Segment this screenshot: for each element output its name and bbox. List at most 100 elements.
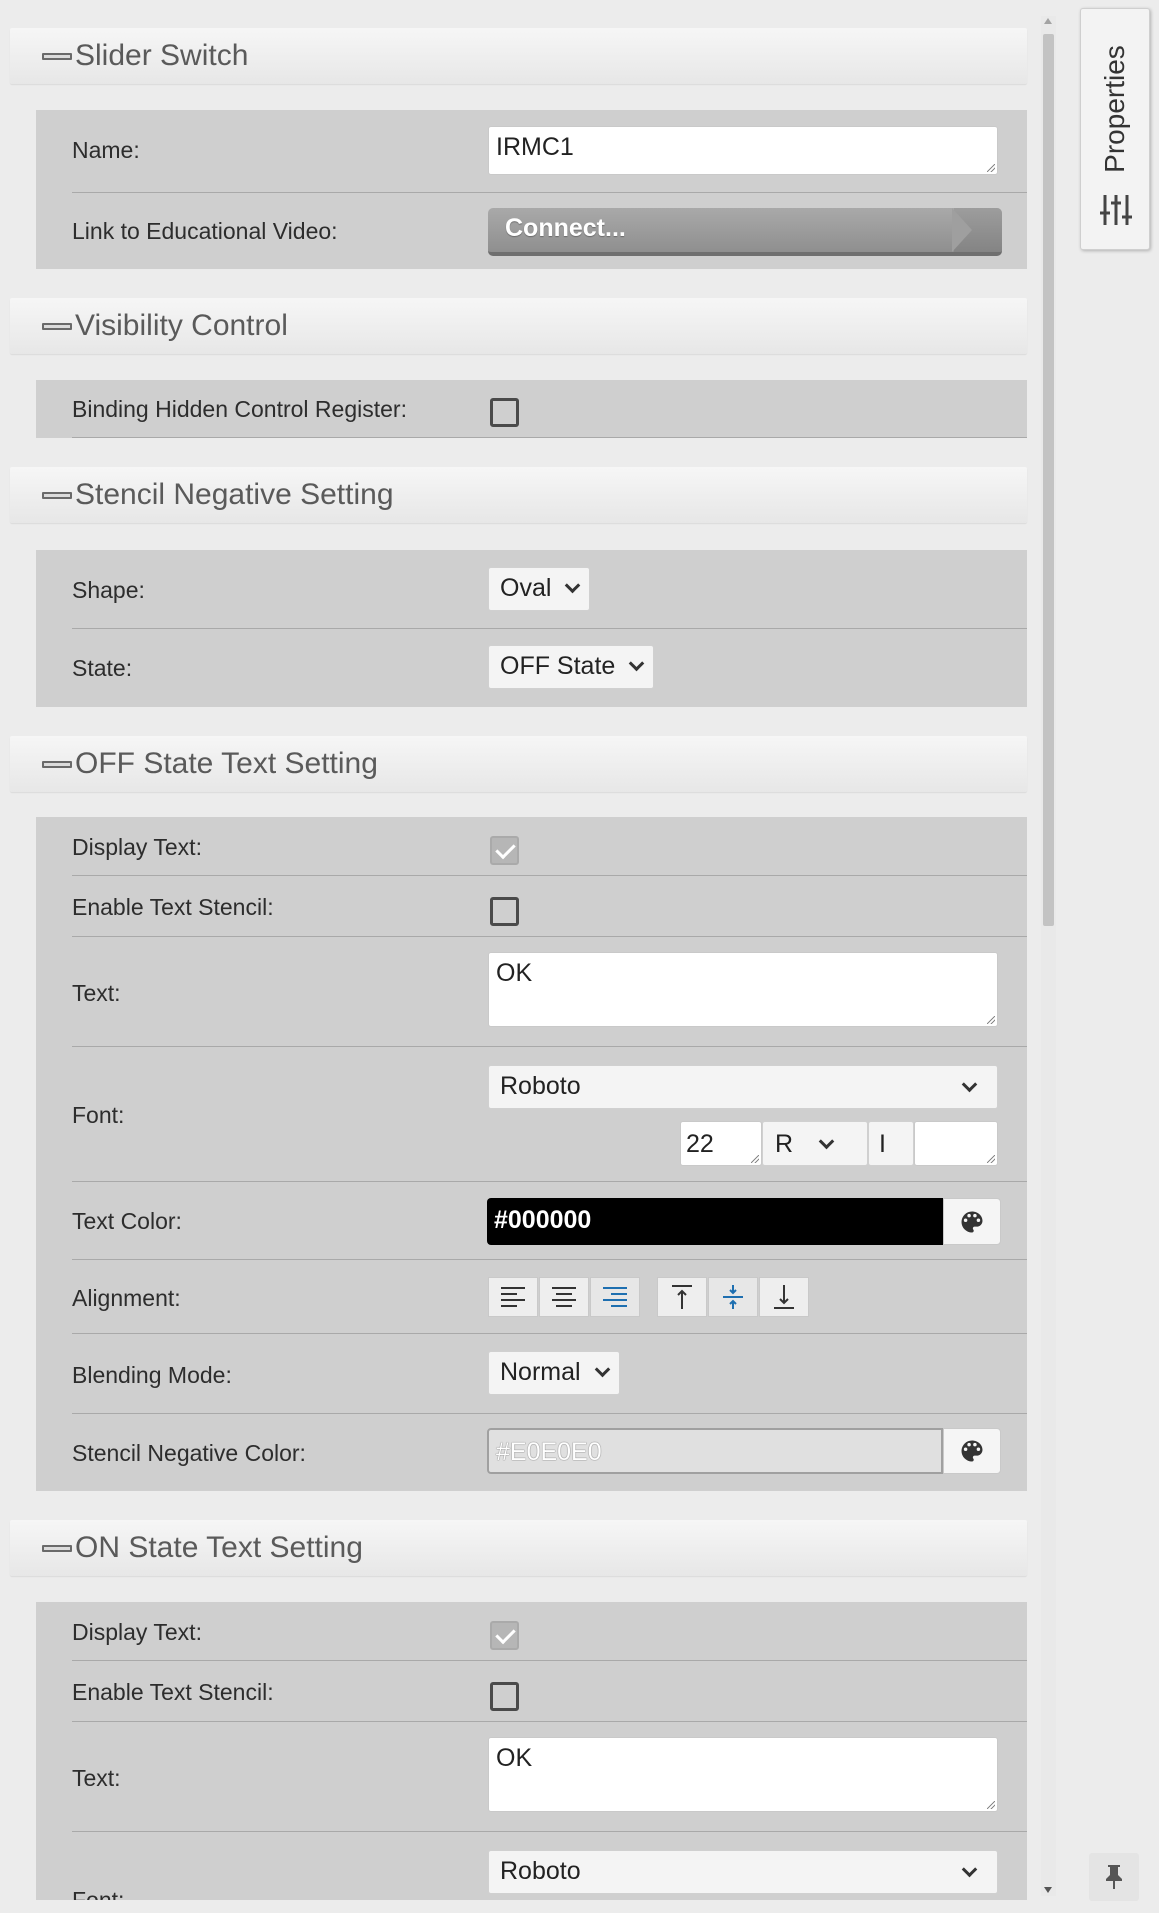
align-center-button[interactable] [539, 1277, 589, 1317]
row-font: Font: Roboto [72, 1832, 1027, 1900]
binding-label: Binding Hidden Control Register: [72, 396, 407, 422]
section-title: Stencil Negative Setting [75, 478, 394, 511]
enable-stencil-label: Enable Text Stencil: [72, 894, 274, 920]
section-body-on-state: Display Text: Enable Text Stencil: Text:… [36, 1602, 1027, 1900]
palette-icon [961, 1211, 983, 1232]
font-weight-select[interactable]: R [762, 1121, 868, 1166]
align-bottom-icon [774, 1285, 794, 1309]
row-state: State: OFF State [72, 629, 1027, 707]
stencil-color-label: Stencil Negative Color: [72, 1440, 306, 1466]
properties-tab-label: Properties [1099, 45, 1130, 173]
palette-button[interactable] [943, 1428, 1001, 1474]
font-select[interactable]: Roboto [488, 1850, 998, 1894]
stencil-color-input[interactable]: #E0E0E0 [487, 1428, 943, 1474]
scrollbar-thumb[interactable] [1043, 34, 1054, 926]
chevron-down-icon [961, 1861, 978, 1878]
properties-tab[interactable]: Properties [1080, 8, 1150, 250]
row-name: Name: IRMC1 [72, 110, 1027, 193]
row-stencil-color: Stencil Negative Color: #E0E0E0 [72, 1414, 1027, 1491]
blending-select[interactable]: Normal [488, 1351, 620, 1395]
name-label: Name: [72, 137, 140, 163]
enable-stencil-label: Enable Text Stencil: [72, 1679, 274, 1705]
align-middle-button[interactable] [708, 1277, 758, 1317]
vertical-align-group [657, 1277, 810, 1317]
font-value: Roboto [500, 1072, 581, 1100]
scroll-up-icon[interactable] [1044, 18, 1052, 24]
section-body-slider-switch: Name: IRMC1 Link to Educational Video: C… [36, 110, 1027, 269]
palette-button[interactable] [943, 1198, 1001, 1245]
collapse-icon[interactable] [42, 52, 72, 60]
align-left-button[interactable] [488, 1277, 538, 1317]
display-text-checkbox[interactable] [490, 836, 519, 865]
chevron-down-icon [961, 1076, 978, 1093]
palette-icon [961, 1440, 983, 1462]
align-center-icon [552, 1287, 576, 1307]
horizontal-align-group [488, 1277, 641, 1317]
binding-checkbox[interactable] [490, 398, 519, 427]
section-body-stencil: Shape: Oval State: OFF State [36, 550, 1027, 707]
state-label: State: [72, 655, 133, 681]
display-text-label: Display Text: [72, 1619, 202, 1645]
row-text: Text: OK [72, 937, 1027, 1047]
text-input[interactable]: OK [488, 1737, 998, 1812]
scroll-down-icon[interactable] [1044, 1887, 1052, 1893]
row-display-text: Display Text: [72, 1602, 1027, 1661]
section-header-visibility[interactable]: Visibility Control [10, 298, 1027, 354]
name-input[interactable]: IRMC1 [488, 126, 998, 175]
pin-icon [1106, 1865, 1122, 1889]
section-title: Visibility Control [75, 309, 288, 342]
collapse-icon[interactable] [42, 760, 72, 768]
shape-value: Oval [500, 574, 552, 602]
row-binding: Binding Hidden Control Register: [72, 380, 1027, 438]
shape-select[interactable]: Oval [488, 567, 591, 611]
connect-button[interactable]: Connect... [488, 208, 1002, 256]
font-select[interactable]: Roboto [488, 1065, 998, 1109]
section-body-visibility: Binding Hidden Control Register: [36, 380, 1027, 438]
text-color-input[interactable]: #000000 [487, 1198, 943, 1245]
row-font: Font: Roboto 22 R I [72, 1047, 1027, 1182]
row-alignment: Alignment: [72, 1260, 1027, 1334]
row-display-text: Display Text: [72, 817, 1027, 876]
align-bottom-button[interactable] [759, 1277, 809, 1317]
enable-stencil-checkbox[interactable] [490, 897, 519, 926]
font-label: Font: [72, 1102, 125, 1128]
section-header-stencil[interactable]: Stencil Negative Setting [10, 467, 1027, 523]
font-extra-field[interactable] [914, 1121, 998, 1166]
italic-toggle[interactable]: I [868, 1121, 914, 1166]
section-title: ON State Text Setting [75, 1531, 363, 1564]
arrow-icon [952, 208, 1002, 252]
collapse-icon[interactable] [42, 491, 72, 499]
chevron-down-icon [565, 577, 581, 594]
align-top-button[interactable] [657, 1277, 707, 1317]
connect-button-label: Connect... [505, 214, 626, 242]
state-select[interactable]: OFF State [488, 645, 655, 689]
align-left-icon [501, 1287, 525, 1307]
alignment-label: Alignment: [72, 1285, 181, 1311]
text-input[interactable]: OK [488, 952, 998, 1027]
row-enable-stencil: Enable Text Stencil: [72, 1661, 1027, 1722]
section-header-slider-switch[interactable]: Slider Switch [10, 28, 1027, 84]
section-header-off-state[interactable]: OFF State Text Setting [10, 736, 1027, 792]
text-label: Text: [72, 980, 121, 1006]
align-right-button[interactable] [590, 1277, 640, 1317]
display-text-checkbox[interactable] [490, 1621, 519, 1650]
section-title: Slider Switch [75, 39, 249, 72]
shape-label: Shape: [72, 577, 145, 603]
collapse-icon[interactable] [42, 1544, 72, 1552]
chevron-down-icon [818, 1133, 835, 1150]
blending-value: Normal [500, 1358, 581, 1386]
enable-stencil-checkbox[interactable] [490, 1682, 519, 1711]
row-text-color: Text Color: #000000 [72, 1182, 1027, 1260]
font-size-input[interactable]: 22 [680, 1121, 762, 1166]
row-enable-stencil: Enable Text Stencil: [72, 876, 1027, 937]
text-label: Text: [72, 1765, 121, 1791]
section-title: OFF State Text Setting [75, 747, 378, 780]
section-header-on-state[interactable]: ON State Text Setting [10, 1520, 1027, 1576]
state-value: OFF State [500, 652, 616, 680]
section-body-off-state: Display Text: Enable Text Stencil: Text:… [36, 817, 1027, 1491]
chevron-down-icon [629, 655, 645, 672]
row-blending: Blending Mode: Normal [72, 1334, 1027, 1414]
collapse-icon[interactable] [42, 322, 72, 330]
display-text-label: Display Text: [72, 834, 202, 860]
pin-button[interactable] [1089, 1853, 1139, 1901]
